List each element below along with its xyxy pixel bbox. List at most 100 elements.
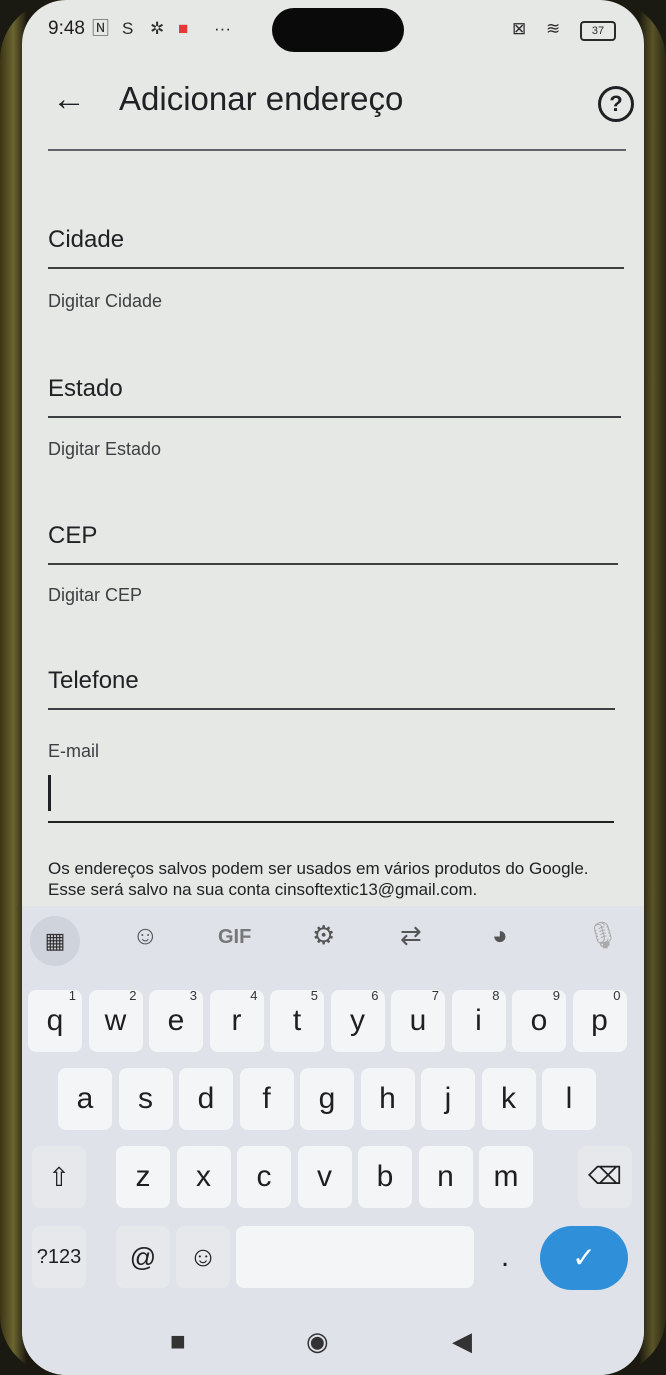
key-v[interactable]: v <box>297 1146 352 1208</box>
key-f[interactable]: f <box>239 1068 294 1130</box>
gif-button[interactable]: GIF <box>218 926 251 949</box>
cidade-hint: Digitar Cidade <box>48 291 163 311</box>
key-j[interactable]: j <box>421 1068 475 1130</box>
keyboard: ▦ ☺ GIF ⚙ ⇄ ◕ 🎙 q1w2e3r4t5y6u7i8o9p0 asd… <box>22 906 644 1375</box>
key-p[interactable]: p0 <box>572 988 627 1052</box>
key-t[interactable]: t5 <box>270 988 324 1052</box>
key-label: j <box>444 1082 452 1115</box>
keyboard-apps-icon[interactable]: ▦ <box>30 916 80 966</box>
telefone-field[interactable]: Telefone <box>48 667 139 695</box>
key-label: z <box>135 1160 151 1193</box>
key-label: x <box>196 1160 211 1193</box>
key-label: t <box>292 1004 302 1037</box>
key-label: s <box>138 1082 153 1115</box>
key-r[interactable]: r4 <box>209 988 264 1052</box>
emoji-key[interactable]: ☺ <box>176 1226 230 1288</box>
phone-frame: 9:48 🄽 S ✲ ■ ··· ⊠ ≋ 37 ← Adicionar ende… <box>0 0 666 1375</box>
symbols-key[interactable]: ?123 <box>32 1226 86 1288</box>
microphone-icon[interactable]: 🎙 <box>586 920 619 951</box>
wifi-icon: ≋ <box>546 19 561 38</box>
screen: 9:48 🄽 S ✲ ■ ··· ⊠ ≋ 37 ← Adicionar ende… <box>22 0 644 1375</box>
key-z[interactable]: z <box>116 1146 170 1208</box>
enter-check-key[interactable]: ✓ <box>540 1226 628 1290</box>
key-m[interactable]: m <box>479 1146 533 1208</box>
key-g[interactable]: g <box>300 1068 354 1130</box>
key-label: a <box>76 1082 94 1115</box>
key-s[interactable]: s <box>118 1068 173 1130</box>
key-number-hint: 7 <box>431 988 439 1003</box>
key-label: i <box>475 1004 482 1037</box>
key-label: m <box>493 1160 519 1193</box>
key-number-hint: 3 <box>189 988 197 1003</box>
key-label: l <box>565 1082 573 1115</box>
key-c[interactable]: c <box>237 1146 291 1208</box>
key-d[interactable]: d <box>179 1068 233 1130</box>
key-b[interactable]: b <box>358 1146 412 1208</box>
key-a[interactable]: a <box>58 1068 112 1130</box>
translate-icon[interactable]: ⇄ <box>400 920 422 951</box>
back-triangle-icon[interactable]: ◀ <box>452 1326 472 1357</box>
page-title: Adicionar endereço <box>119 80 404 117</box>
back-arrow-icon[interactable]: ← <box>52 80 86 119</box>
estado-field[interactable]: Estado <box>48 375 123 403</box>
s-icon: S <box>122 19 134 38</box>
sticker-icon[interactable]: ☺ <box>132 920 159 951</box>
key-label: v <box>317 1160 332 1193</box>
key-label: f <box>262 1082 271 1115</box>
status-bar: 9:48 🄽 S ✲ ■ ··· ⊠ ≋ 37 <box>22 0 644 62</box>
key-label: c <box>256 1160 272 1193</box>
key-number-hint: 5 <box>310 988 318 1003</box>
key-l[interactable]: l <box>542 1068 596 1130</box>
key-label: o <box>530 1004 548 1037</box>
key-k[interactable]: k <box>481 1068 536 1130</box>
backspace-key[interactable]: ⌫ <box>578 1146 632 1208</box>
key-e[interactable]: e3 <box>149 988 203 1052</box>
key-y[interactable]: y6 <box>330 988 385 1052</box>
shift-key[interactable]: ⇧ <box>32 1146 86 1208</box>
key-h[interactable]: h <box>360 1068 415 1130</box>
key-number-hint: 6 <box>371 988 379 1003</box>
nfc-icon: 🄽 <box>92 19 109 38</box>
key-label: y <box>350 1004 365 1037</box>
key-label: b <box>376 1160 394 1193</box>
key-number-hint: 0 <box>613 988 621 1003</box>
gear-icon: ✲ <box>150 19 165 38</box>
key-label: k <box>501 1082 516 1115</box>
key-number-hint: 9 <box>552 988 560 1003</box>
home-circle-icon[interactable]: ◉ <box>306 1326 329 1357</box>
cep-field[interactable]: CEP <box>48 522 97 550</box>
estado-hint: Digitar Estado <box>48 439 162 459</box>
settings-gear-icon[interactable]: ⚙ <box>312 920 335 951</box>
period-key[interactable]: . <box>478 1226 532 1288</box>
key-label: g <box>318 1082 336 1115</box>
status-time: 9:48 <box>48 18 85 39</box>
palette-icon[interactable]: ◕ <box>492 920 508 951</box>
key-number-hint: 2 <box>129 988 137 1003</box>
key-label: n <box>437 1160 454 1193</box>
sim-icon: ⊠ <box>512 19 527 38</box>
key-u[interactable]: u7 <box>391 988 445 1052</box>
cep-underline <box>48 563 618 565</box>
email-label: E-mail <box>48 741 100 761</box>
at-key[interactable]: @ <box>116 1226 170 1288</box>
key-i[interactable]: i8 <box>451 988 506 1052</box>
navigation-bar: ■ ◉ ◀ <box>22 1312 644 1375</box>
key-q[interactable]: q1 <box>28 988 82 1052</box>
key-label: p <box>591 1004 608 1037</box>
key-label: q <box>46 1004 64 1037</box>
email-underline <box>48 821 614 823</box>
key-w[interactable]: w2 <box>88 988 143 1052</box>
key-n[interactable]: n <box>418 1146 473 1208</box>
recents-square-icon[interactable]: ■ <box>170 1326 186 1357</box>
key-number-hint: 8 <box>492 988 500 1003</box>
key-o[interactable]: o9 <box>512 988 566 1052</box>
key-label: u <box>409 1004 427 1037</box>
help-icon[interactable]: ? <box>598 86 634 122</box>
cidade-field[interactable]: Cidade <box>48 226 124 254</box>
key-label: r <box>231 1004 242 1037</box>
email-input-cursor[interactable] <box>48 775 51 811</box>
key-x[interactable]: x <box>176 1146 231 1208</box>
key-label: d <box>197 1082 215 1115</box>
space-key[interactable] <box>236 1226 474 1288</box>
notification-icon: ■ <box>178 19 189 38</box>
